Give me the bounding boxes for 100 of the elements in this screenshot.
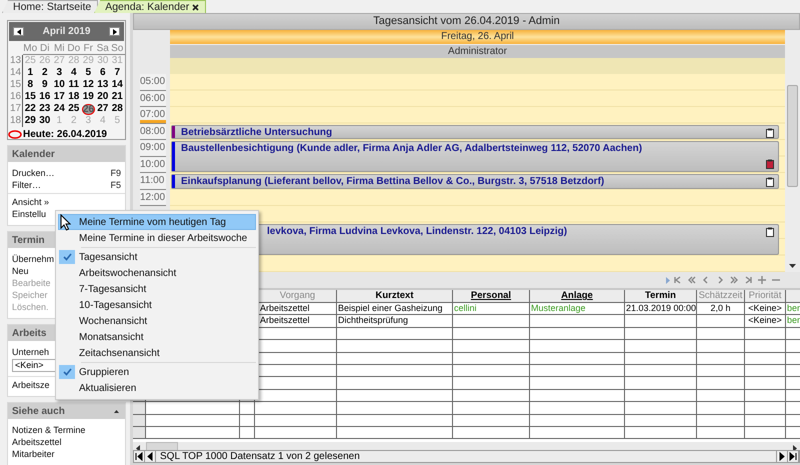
- sidebar-link[interactable]: Unterneh: [12, 346, 50, 358]
- clipboard-icon: [766, 128, 774, 138]
- calendar-day[interactable]: 8: [23, 79, 38, 91]
- sidebar-link[interactable]: Übernehm: [12, 253, 54, 265]
- day-header[interactable]: Freitag, 26. April: [170, 30, 785, 44]
- calendar-day[interactable]: 30: [38, 115, 52, 127]
- menu-item[interactable]: Meine Termine vom heutigen Tag: [58, 214, 256, 230]
- previous-record-button[interactable]: [145, 451, 156, 462]
- calendar-day[interactable]: 14: [110, 79, 124, 91]
- month-title: April 2019: [42, 26, 90, 37]
- calendar-day[interactable]: 4: [66, 67, 81, 79]
- weekday-label: Do: [66, 44, 81, 54]
- row-selector[interactable]: [133, 414, 146, 426]
- last-record-button[interactable]: [788, 451, 799, 462]
- hour-label: 11:00: [140, 175, 164, 186]
- menu-item[interactable]: Aktualisieren: [58, 380, 254, 396]
- menu-item[interactable]: Wochenansicht: [58, 313, 254, 329]
- calendar-day[interactable]: 24: [52, 103, 66, 115]
- menu-item[interactable]: 10-Tagesansicht: [58, 297, 254, 313]
- table-cell: Beispiel einer Gasheizung: [337, 303, 453, 314]
- section-header[interactable]: Kalender: [8, 146, 125, 162]
- current-time-marker: [140, 120, 166, 122]
- sidebar-link[interactable]: Arbeitsze: [12, 379, 50, 391]
- column-header[interactable]: Termin: [625, 290, 697, 302]
- calendar-day[interactable]: 23: [38, 103, 52, 115]
- calendar-day[interactable]: 1: [23, 67, 38, 79]
- calendar-day[interactable]: 6: [96, 67, 110, 79]
- row-selector[interactable]: [133, 426, 146, 438]
- vertical-scrollbar[interactable]: [785, 30, 800, 272]
- menu-item[interactable]: Monatsansicht: [58, 329, 254, 345]
- sidebar-link[interactable]: Arbeitszettel: [12, 436, 62, 448]
- week-number: 14: [9, 67, 23, 79]
- sidebar-link[interactable]: Neu: [12, 265, 29, 277]
- menu-item[interactable]: Zeitachsenansicht: [58, 345, 254, 361]
- weekday-label: Mo: [23, 44, 38, 54]
- calendar-day[interactable]: 20: [96, 91, 110, 103]
- mouse-pointer-icon: [60, 214, 71, 231]
- skip-back-icon: [135, 452, 143, 461]
- next-page-button[interactable]: [728, 274, 740, 286]
- table-cell: cellini: [453, 303, 530, 314]
- row-selector[interactable]: [133, 402, 146, 414]
- column-header[interactable]: Anlage: [530, 290, 625, 302]
- tab[interactable]: Home: Startseite: [2, 0, 98, 13]
- calendar-day[interactable]: 25: [66, 103, 81, 115]
- appointment[interactable]: Betriebsärztliche Untersuchung: [171, 124, 779, 139]
- sidebar-link[interactable]: Notizen & Termine: [12, 424, 86, 436]
- scroll-right-icon: [793, 444, 797, 450]
- table-cell: Musteranlage: [530, 303, 625, 314]
- caret-right-icon: [112, 28, 116, 34]
- sidebar-link[interactable]: Drucken… F9: [12, 167, 121, 179]
- calendar-day[interactable]: 28: [110, 103, 124, 115]
- table-cell: 2,0 h: [697, 303, 745, 314]
- tab[interactable]: Agenda: Kalender: [94, 0, 206, 13]
- menu-item[interactable]: Arbeitswochenansicht: [58, 265, 254, 281]
- resource-header: Administrator: [170, 44, 785, 58]
- previous-month-button[interactable]: [13, 27, 24, 36]
- calendar-day[interactable]: 22: [23, 103, 38, 115]
- calendar-day[interactable]: 15: [23, 91, 38, 103]
- section-header[interactable]: Siehe auch: [8, 403, 125, 419]
- next-month-button[interactable]: [109, 27, 120, 36]
- calendar-day[interactable]: 21: [110, 91, 124, 103]
- close-icon[interactable]: [192, 4, 200, 10]
- sidebar-link[interactable]: Filter… F5: [12, 179, 121, 191]
- column-header[interactable]: Kurztext: [337, 290, 453, 302]
- calendar-day[interactable]: 27: [96, 103, 110, 115]
- first-record-button[interactable]: [134, 451, 145, 462]
- today-link[interactable]: Heute: 26.04.2019: [23, 129, 107, 140]
- calendar-day[interactable]: 11: [66, 79, 81, 91]
- view-title: Tagesansicht vom 26.04.2019 - Admin: [133, 13, 800, 30]
- column-header[interactable]: Personal: [453, 290, 530, 302]
- appointment[interactable]: Baustellenbesichtigung (Kunde adler, Firma Anja Adler AG, Adalbertsteinweg 112, 52070 Aachen): [171, 141, 779, 172]
- sidebar-link[interactable]: Mitarbeiter: [12, 448, 55, 460]
- scrollbar-thumb[interactable]: [787, 85, 798, 187]
- calendar-day[interactable]: 17: [52, 91, 66, 103]
- clipboard-icon: [766, 226, 774, 236]
- calendar-day[interactable]: 2: [38, 67, 52, 79]
- calendar-day[interactable]: 3: [52, 67, 66, 79]
- scroll-left-icon: [136, 444, 140, 450]
- calendar-day[interactable]: 13: [96, 79, 110, 91]
- calendar-day[interactable]: 29: [23, 115, 38, 127]
- previous-page-button[interactable]: [686, 274, 698, 286]
- calendar-day[interactable]: 18: [66, 91, 81, 103]
- sidebar-link[interactable]: Ansicht »: [12, 196, 50, 208]
- calendar-day[interactable]: 9: [38, 79, 52, 91]
- calendar-day[interactable]: 16: [38, 91, 52, 103]
- hour-label: 10:00: [140, 158, 166, 170]
- add-button[interactable]: [756, 274, 768, 286]
- menu-item[interactable]: 7-Tagesansicht: [58, 281, 254, 297]
- calendar-day[interactable]: 10: [52, 79, 66, 91]
- calendar-day[interactable]: 7: [110, 67, 124, 79]
- sidebar-link[interactable]: Einstellu: [12, 208, 46, 220]
- menu-item[interactable]: Gruppieren: [58, 364, 254, 380]
- week-number: 15: [9, 79, 23, 91]
- double-chevron-right-icon: [730, 276, 738, 284]
- caret-left-icon: [146, 452, 154, 461]
- calendar-day[interactable]: 12: [81, 79, 96, 91]
- appointment[interactable]: Einkaufsplanung (Lieferant bellov, Firma Bettina Bellov & Co., Burgstr. 3, 57518 Betzdorf): [171, 174, 779, 188]
- scroll-down-icon: [789, 264, 796, 268]
- calendar-day[interactable]: 5: [81, 67, 96, 79]
- calendar-day[interactable]: 19: [81, 91, 96, 103]
